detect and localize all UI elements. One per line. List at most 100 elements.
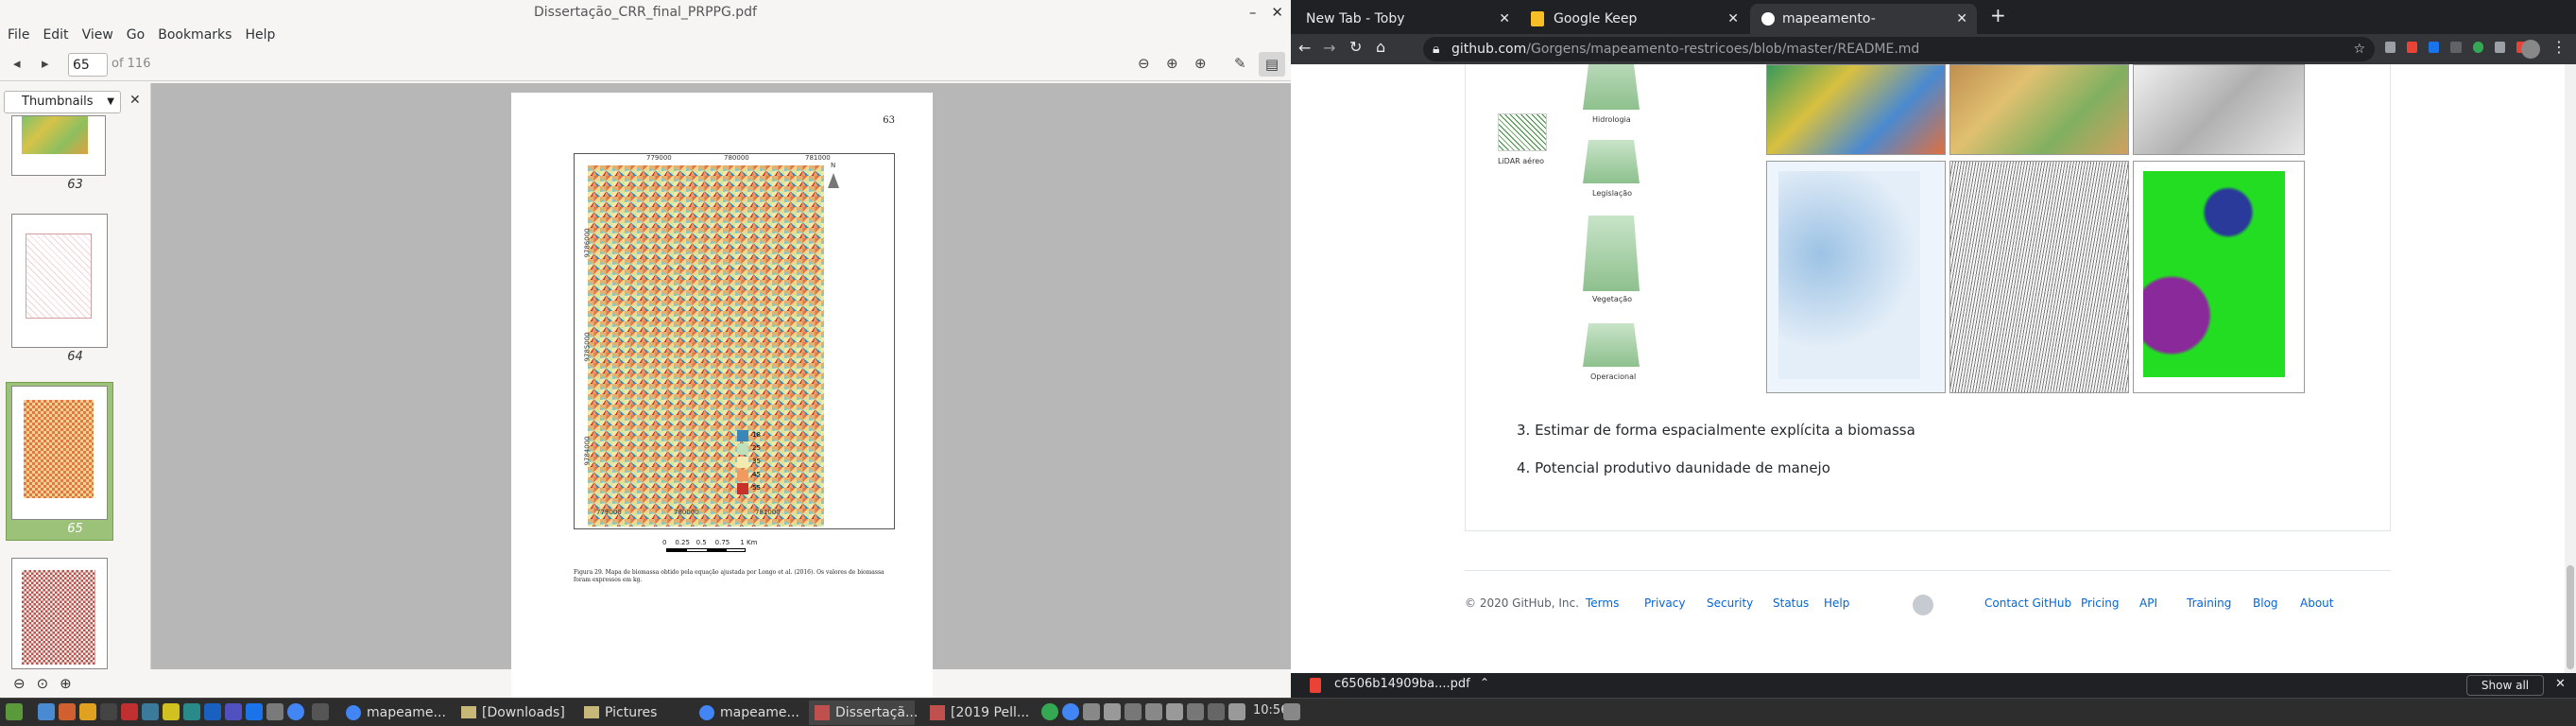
footer-link-help[interactable]: Help — [1824, 596, 1849, 610]
home-icon[interactable]: ⌂ — [1376, 38, 1385, 56]
close-tab-icon[interactable]: ✕ — [1499, 4, 1510, 34]
download-filename[interactable]: c6506b14909ba....pdf — [1334, 677, 1470, 691]
chrome-icon[interactable] — [287, 703, 304, 720]
annotate-icon[interactable]: ✎ — [1234, 55, 1246, 72]
bookmark-star-icon[interactable]: ☆ — [2353, 37, 2365, 61]
extension-icon[interactable] — [2494, 42, 2505, 53]
task-chrome-1[interactable]: mapeame... — [340, 700, 446, 725]
tray-icon[interactable] — [1062, 703, 1079, 720]
footer-link-about[interactable]: About — [2300, 596, 2333, 610]
launcher-icon[interactable] — [204, 703, 221, 720]
footer-link-terms[interactable]: Terms — [1586, 596, 1619, 610]
footer-link-contact[interactable]: Contact GitHub — [1984, 596, 2071, 610]
volume-icon[interactable] — [1228, 703, 1245, 720]
zoom-in-icon[interactable]: ⊕ — [60, 675, 72, 692]
thumbnail-63[interactable] — [11, 115, 106, 176]
close-sidebar-icon[interactable]: ✕ — [129, 93, 141, 108]
launcher-icon[interactable] — [59, 703, 76, 720]
extension-icon[interactable] — [2472, 42, 2483, 53]
menu-file[interactable]: File — [8, 27, 29, 43]
launcher-icon[interactable] — [142, 703, 159, 720]
task-chrome-2[interactable]: mapeame... — [694, 700, 799, 725]
next-page-icon[interactable]: ▸ — [42, 55, 49, 72]
url-field[interactable]: 🔒︎ github.com/Gorgens/mapeamento-restric… — [1423, 37, 2375, 61]
sidebar-mode-select[interactable]: Thumbnails ▼ — [4, 91, 121, 113]
back-icon[interactable]: ← — [1298, 39, 1311, 57]
printer-icon[interactable] — [1166, 703, 1183, 720]
show-all-button[interactable]: Show all — [2466, 675, 2544, 696]
zoom-reset-icon[interactable]: ⊙ — [37, 675, 49, 692]
tray-icon[interactable] — [1208, 703, 1225, 720]
network-icon[interactable] — [1145, 703, 1162, 720]
zoom-out-icon[interactable]: ⊖ — [13, 675, 26, 692]
tab-new-tab[interactable]: New Tab - Toby ✕ — [1293, 4, 1520, 34]
menu-go[interactable]: Go — [127, 27, 145, 43]
launcher-icon[interactable] — [121, 703, 138, 720]
sidebar-toggle-icon[interactable]: ▤ — [1259, 52, 1285, 77]
task-pdf-viewer[interactable]: Dissertaçã... — [809, 700, 918, 725]
close-tab-icon[interactable]: ✕ — [1956, 4, 1967, 34]
close-tab-icon[interactable]: ✕ — [1727, 4, 1739, 34]
reload-icon[interactable]: ↻ — [1349, 38, 1362, 56]
extension-icon[interactable] — [2385, 42, 2396, 53]
launcher-icon[interactable] — [79, 703, 96, 720]
extension-icon[interactable] — [2429, 42, 2440, 53]
tray-icon[interactable] — [1083, 703, 1100, 720]
battery-icon[interactable] — [1187, 703, 1204, 720]
start-menu-icon[interactable] — [6, 703, 23, 720]
launcher-icon[interactable] — [225, 703, 242, 720]
footer-link-api[interactable]: API — [2139, 596, 2157, 610]
forward-icon[interactable]: → — [1323, 39, 1335, 57]
tray-icon[interactable] — [1041, 703, 1058, 720]
footer-link-training[interactable]: Training — [2187, 596, 2231, 610]
minimize-icon[interactable]: – — [1249, 4, 1257, 21]
zoom-in-icon[interactable]: ⊕ — [1166, 55, 1178, 72]
launcher-icon[interactable] — [246, 703, 263, 720]
footer-link-security[interactable]: Security — [1707, 596, 1753, 610]
tab-github-readme[interactable]: mapeamento-restricoes/READ ✕ — [1750, 4, 1977, 57]
task-pdf-2019[interactable]: [2019 Pell... — [924, 700, 1030, 725]
launcher-icon[interactable] — [163, 703, 180, 720]
avatar[interactable] — [2521, 40, 2540, 59]
menu-icon[interactable]: ⋮ — [2551, 38, 2567, 56]
chevron-up-icon[interactable]: ⌃ — [1480, 676, 1489, 689]
footer-link-pricing[interactable]: Pricing — [2081, 596, 2119, 610]
task-pictures[interactable]: Pictures — [578, 700, 684, 725]
close-download-icon[interactable]: ✕ — [2555, 677, 2566, 691]
thumbnail-66[interactable] — [11, 558, 108, 669]
launcher-icon[interactable] — [38, 703, 55, 720]
footer-link-blog[interactable]: Blog — [2253, 596, 2278, 610]
scrollbar[interactable] — [2565, 64, 2576, 679]
task-downloads[interactable]: [Downloads] — [455, 700, 569, 725]
document-view[interactable]: 63 779000 780000 781000 N 9786000 978500… — [151, 83, 1291, 698]
menu-view[interactable]: View — [82, 27, 113, 43]
zoom-fit-icon[interactable]: ⊕ — [1194, 55, 1207, 72]
close-icon[interactable]: ✕ — [1271, 4, 1283, 21]
menu-help[interactable]: Help — [245, 27, 275, 43]
thumbnail-64[interactable] — [11, 214, 108, 348]
launcher-icon[interactable] — [100, 703, 117, 720]
page-number-input[interactable] — [68, 53, 108, 77]
tray-icon[interactable] — [1125, 703, 1142, 720]
task-label: [2019 Pell... — [951, 705, 1030, 720]
menu-bookmarks[interactable]: Bookmarks — [158, 27, 232, 43]
scrollbar-thumb[interactable] — [2567, 565, 2574, 669]
menu-edit[interactable]: Edit — [43, 27, 68, 43]
footer-link-privacy[interactable]: Privacy — [1644, 596, 1685, 610]
power-icon[interactable] — [1283, 703, 1300, 720]
tray-icon[interactable] — [1104, 703, 1121, 720]
footer-link-status[interactable]: Status — [1773, 596, 1809, 610]
launcher-icon[interactable] — [312, 703, 329, 720]
launcher-icon[interactable] — [266, 703, 283, 720]
diagram-label-lidar: LiDAR aéreo — [1498, 157, 1545, 165]
github-page[interactable]: LiDAR aéreo Hidrologia Legislação Vegeta… — [1291, 64, 2576, 679]
zoom-out-icon[interactable]: ⊖ — [1138, 55, 1150, 72]
extension-icon[interactable] — [2450, 42, 2462, 53]
launcher-icon[interactable] — [183, 703, 200, 720]
previous-page-icon[interactable]: ◂ — [13, 55, 21, 72]
thumbnail-65[interactable] — [11, 386, 108, 520]
tab-google-keep[interactable]: Google Keep ✕ — [1521, 4, 1748, 34]
new-tab-icon[interactable]: + — [1990, 4, 2006, 26]
github-logo-icon[interactable] — [1913, 595, 1933, 615]
extension-icon[interactable] — [2407, 42, 2418, 53]
